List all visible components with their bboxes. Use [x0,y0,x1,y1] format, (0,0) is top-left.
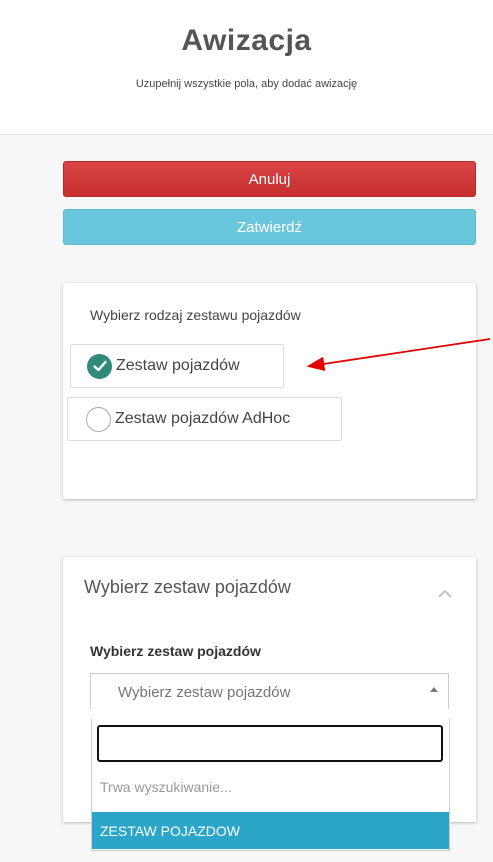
confirm-button[interactable]: Zatwierdź [63,209,476,245]
vehicle-set-select-placeholder: Wybierz zestaw pojazdów [118,684,291,701]
vehicle-set-panel-title: Wybierz zestaw pojazdów [84,577,291,597]
page-header: Awizacja Uzupełnij wszystkie pola, aby d… [0,0,493,135]
dropdown-search-input[interactable] [97,725,443,762]
vehicle-set-field-label: Wybierz zestaw pojazdów [90,643,261,659]
caret-up-icon [430,687,438,692]
vehicle-type-option-adhoc[interactable]: Zestaw pojazdów AdHoc [67,397,342,441]
chevron-up-icon[interactable] [438,585,452,603]
dropdown-option[interactable]: ZESTAW POJAZDOW [92,812,449,849]
vehicle-set-select[interactable]: Wybierz zestaw pojazdów [90,673,449,709]
dropdown-status-text: Trwa wyszukiwanie... [100,779,232,795]
cancel-button[interactable]: Anuluj [63,161,476,197]
check-icon [87,353,112,379]
vehicle-type-card: Wybierz rodzaj zestawu pojazdów Zestaw p… [63,283,476,499]
vehicle-set-dropdown: Trwa wyszukiwanie... ZESTAW POJAZDOW [91,719,450,851]
vehicle-type-option-label: Zestaw pojazdów AdHoc [115,410,291,427]
vehicle-type-option-standard[interactable]: Zestaw pojazdów [70,344,284,388]
vehicle-type-label: Wybierz rodzaj zestawu pojazdów [90,307,301,323]
page-title: Awizacja [181,24,312,57]
radio-unchecked-icon [86,406,111,432]
vehicle-type-option-label: Zestaw pojazdów [116,357,240,374]
page-subtitle: Uzupełnij wszystkie pola, aby dodać awiz… [135,78,358,90]
